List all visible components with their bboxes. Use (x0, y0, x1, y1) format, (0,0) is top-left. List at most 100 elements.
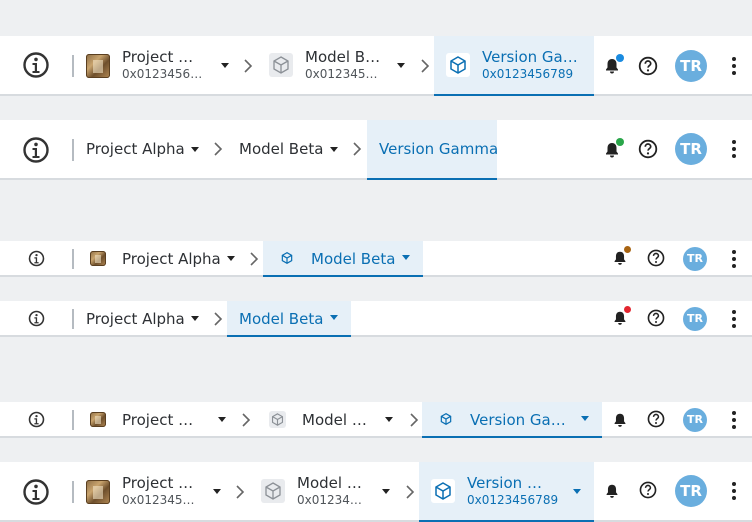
user-avatar[interactable]: TR (675, 475, 707, 507)
caret-down-icon[interactable] (330, 147, 338, 152)
bell-icon (614, 413, 626, 427)
breadcrumb-model[interactable]: Model Beta (259, 402, 404, 436)
breadcrumb-project[interactable]: Project Alpha (78, 120, 208, 178)
project-thumbnail (90, 251, 106, 266)
caret-down-icon[interactable] (227, 256, 235, 261)
version-id: 0x0123456789 (482, 67, 574, 81)
help-circle-icon (647, 309, 665, 327)
breadcrumb-version[interactable]: Version Gamma 0x0123456789 (434, 36, 594, 96)
notifications-button[interactable] (611, 306, 631, 327)
help-circle-icon (647, 410, 665, 428)
divider (72, 55, 74, 77)
help-button[interactable] (637, 55, 659, 77)
help-button[interactable] (637, 138, 659, 160)
caret-down-icon[interactable] (402, 255, 410, 260)
breadcrumb-version[interactable]: Version Gamma (367, 120, 498, 180)
info-logo-icon[interactable] (28, 310, 45, 327)
breadcrumb-project[interactable]: Project Alpha (78, 402, 236, 436)
notification-indicator (624, 246, 631, 253)
breadcrumb-project[interactable]: Project Alpha 0x0123456789 (78, 36, 238, 94)
chevron-right-icon (250, 252, 259, 266)
project-name: Project Alpha (122, 250, 221, 268)
info-logo-icon[interactable] (22, 51, 50, 79)
chevron-right-icon (242, 413, 251, 427)
help-circle-icon (639, 481, 657, 499)
model-name: Model Beta (305, 48, 385, 66)
model-thumbnail (269, 53, 293, 77)
cube-icon (281, 251, 293, 265)
version-name: Version Gamma (470, 411, 570, 429)
more-vertical-icon (732, 411, 736, 429)
version-name: Version Gamma (467, 474, 553, 492)
chevron-right-icon (421, 59, 430, 73)
divider (72, 309, 74, 329)
project-name: Project Alpha (86, 140, 185, 158)
info-logo-icon[interactable] (22, 136, 50, 164)
model-name: Model Beta (311, 250, 396, 268)
caret-down-icon[interactable] (213, 489, 221, 494)
breadcrumb-model[interactable]: Model Beta 0x0123456789 (255, 462, 400, 520)
project-id: 0x0123456789 (122, 493, 198, 507)
info-logo-icon[interactable] (28, 411, 45, 428)
user-avatar[interactable]: TR (675, 50, 707, 82)
user-avatar[interactable]: TR (683, 408, 707, 432)
notification-indicator (616, 138, 624, 146)
chevron-right-icon (214, 312, 223, 326)
model-name: Model Beta (239, 140, 324, 158)
more-menu-button[interactable] (728, 55, 740, 77)
breadcrumb-bar-medium-text: Project Alpha Model Beta TR (0, 301, 752, 337)
cube-icon (440, 412, 452, 426)
cube-icon (435, 482, 451, 500)
caret-down-icon[interactable] (330, 315, 338, 320)
breadcrumb-version[interactable]: Version Gamma 0x0123456789 (419, 462, 594, 522)
breadcrumb-version[interactable]: Version Gamma (422, 402, 602, 438)
info-logo-icon[interactable] (22, 478, 50, 506)
user-avatar[interactable]: TR (675, 133, 707, 165)
user-avatar[interactable]: TR (683, 307, 707, 331)
breadcrumb-model[interactable]: Model Beta (263, 241, 423, 277)
breadcrumb-bar-large-compact: Project Alpha 0x0123456789 Model Beta 0x… (0, 462, 752, 522)
user-avatar[interactable]: TR (683, 247, 707, 271)
project-thumbnail (86, 480, 110, 504)
breadcrumb-model[interactable]: Model Beta (230, 120, 345, 178)
caret-down-icon[interactable] (397, 63, 405, 68)
caret-down-icon[interactable] (382, 489, 390, 494)
model-id: 0x0123456789 (297, 493, 365, 507)
notification-indicator (616, 54, 624, 62)
caret-down-icon[interactable] (191, 147, 199, 152)
info-logo-icon[interactable] (28, 250, 45, 267)
caret-down-icon[interactable] (221, 63, 229, 68)
project-name: Project Alpha (86, 310, 185, 328)
breadcrumb-model[interactable]: Model Beta (227, 301, 351, 337)
caret-down-icon[interactable] (385, 417, 393, 422)
cube-icon (450, 56, 466, 74)
project-thumbnail (86, 54, 110, 78)
more-vertical-icon (732, 140, 736, 158)
more-menu-button[interactable] (728, 248, 740, 270)
notifications-button[interactable] (611, 246, 631, 267)
notifications-button[interactable] (603, 482, 621, 500)
version-thumbnail (431, 479, 455, 503)
help-button[interactable] (638, 480, 658, 500)
model-name: Model Beta (239, 310, 324, 328)
notifications-button[interactable] (611, 411, 629, 429)
caret-down-icon[interactable] (218, 417, 226, 422)
model-thumbnail (269, 411, 286, 428)
breadcrumb-project[interactable]: Project Alpha (78, 241, 243, 275)
more-menu-button[interactable] (728, 138, 740, 160)
caret-down-icon[interactable] (581, 416, 589, 421)
more-menu-button[interactable] (728, 308, 740, 330)
breadcrumb-project[interactable]: Project Alpha 0x0123456789 (78, 462, 231, 520)
help-button[interactable] (646, 308, 666, 328)
caret-down-icon[interactable] (191, 316, 199, 321)
help-button[interactable] (646, 409, 666, 429)
caret-down-icon[interactable] (573, 489, 581, 494)
more-menu-button[interactable] (728, 409, 740, 431)
notifications-button[interactable] (602, 54, 624, 76)
more-menu-button[interactable] (728, 480, 740, 502)
breadcrumb-model[interactable]: Model Beta 0x0123456789 (262, 36, 417, 94)
breadcrumb-project[interactable]: Project Alpha (78, 301, 208, 335)
project-name: Project Alpha (122, 411, 202, 429)
notifications-button[interactable] (602, 138, 624, 160)
help-button[interactable] (646, 248, 666, 268)
